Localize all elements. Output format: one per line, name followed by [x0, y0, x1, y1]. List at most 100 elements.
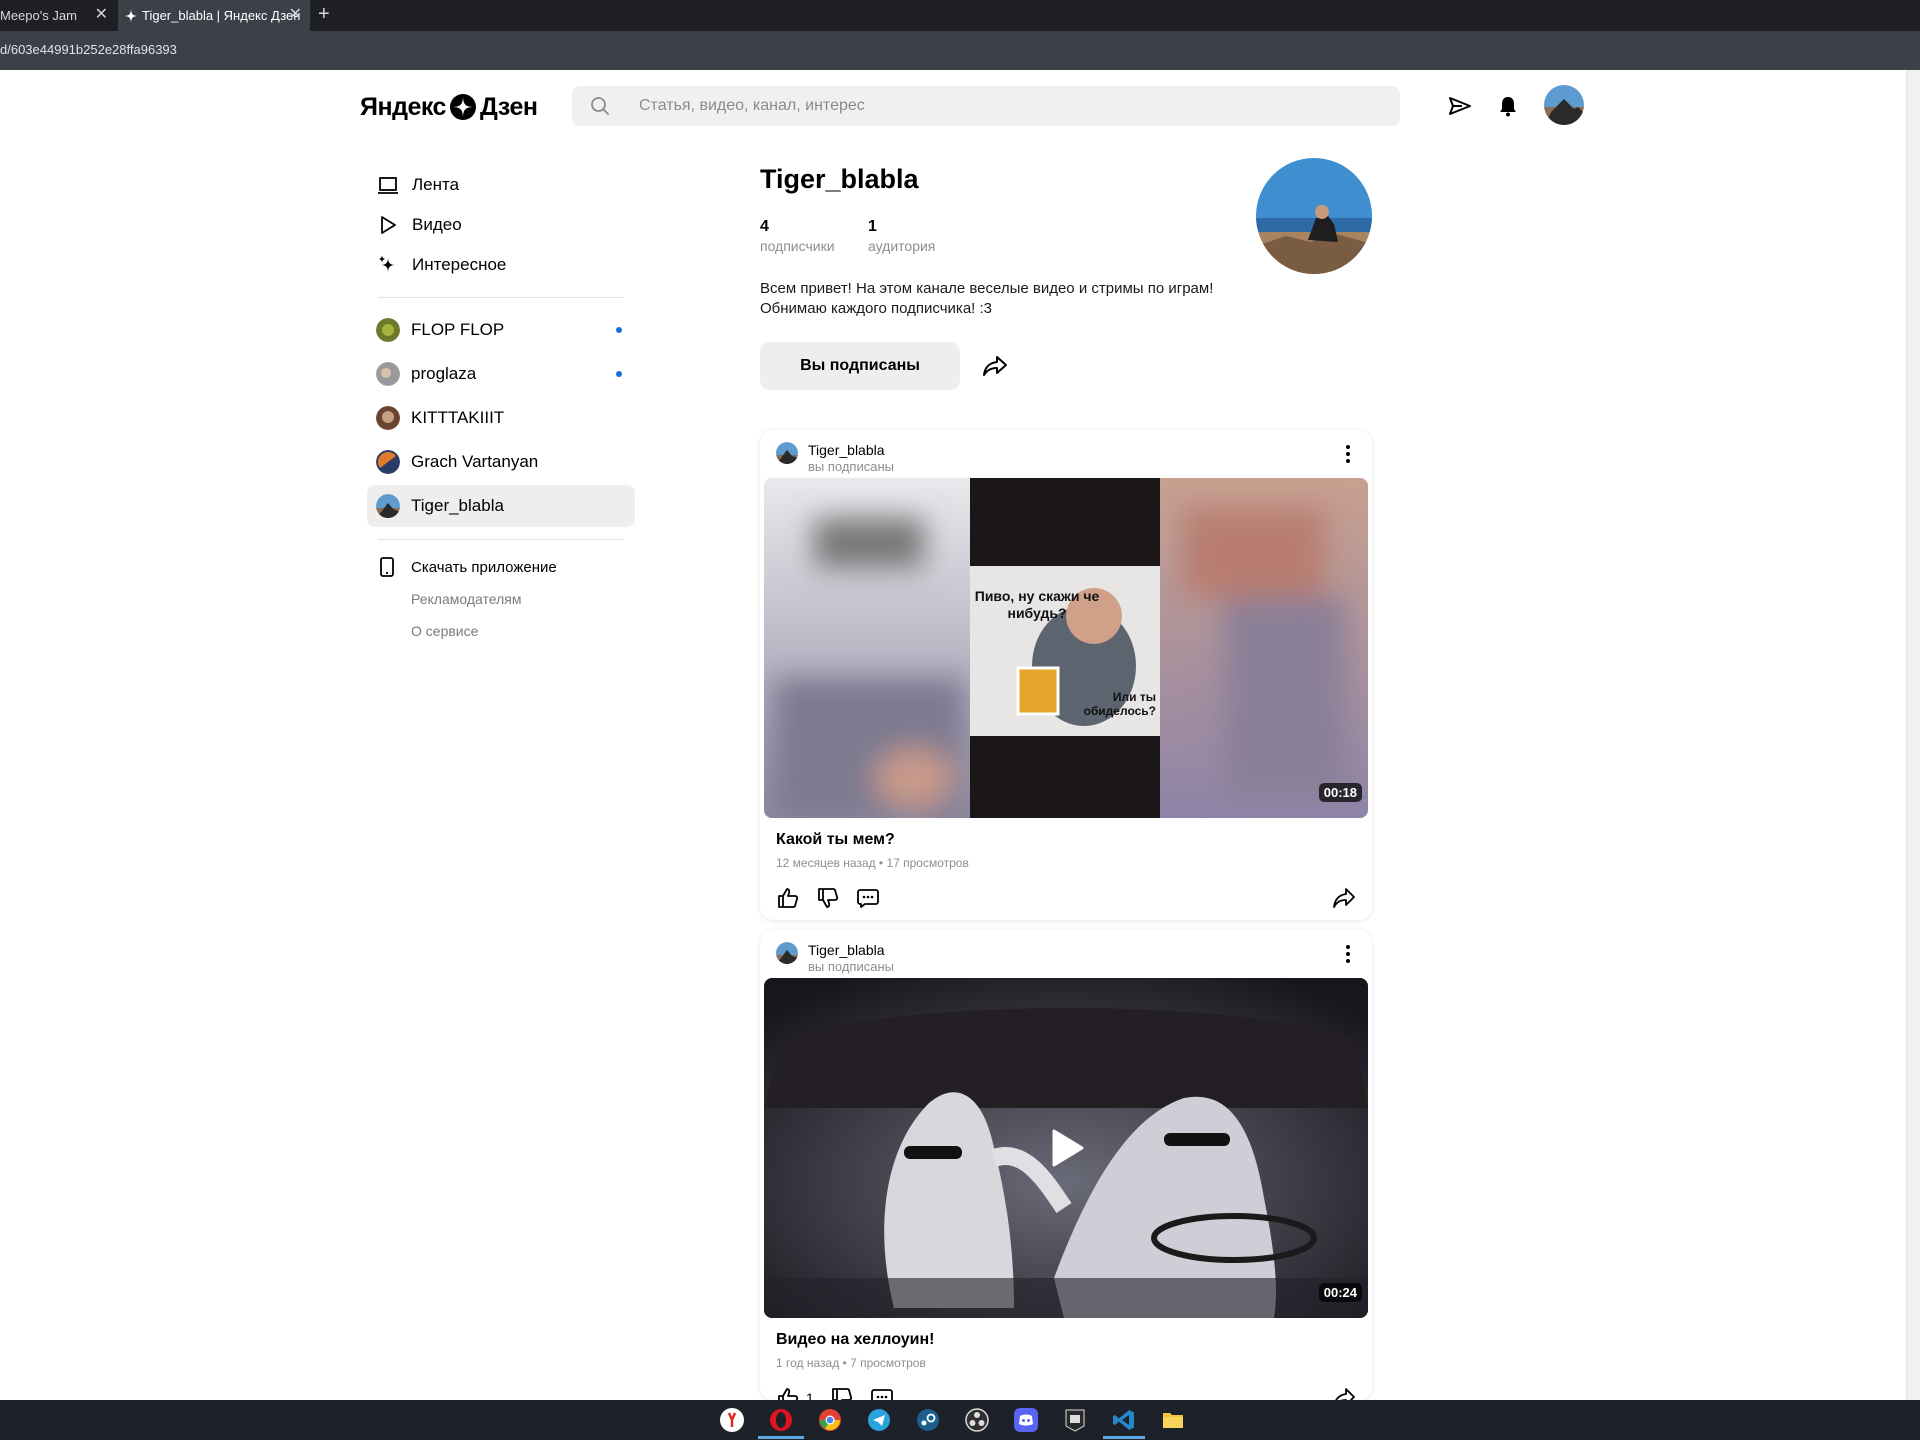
post-actions: 1	[776, 1386, 910, 1400]
meme-caption-bottom: Или ты обиделось?	[1083, 690, 1156, 718]
post-actions	[776, 886, 896, 910]
video-play-icon	[381, 216, 396, 234]
channel-avatar-image	[1256, 158, 1372, 274]
post-author-name[interactable]: Tiger_blabla	[808, 442, 885, 458]
sidebar-item-label: Видео	[412, 215, 462, 234]
download-app-link[interactable]: Скачать приложение	[378, 557, 557, 577]
sidebar-item-label: Grach Vartanyan	[411, 452, 539, 471]
active-app-indicator	[1103, 1436, 1145, 1439]
logo-text-right: Дзен	[479, 92, 538, 121]
about-service-link[interactable]: О сервисе	[411, 623, 478, 639]
opera-icon[interactable]	[769, 1408, 793, 1432]
vscode-icon[interactable]	[1112, 1408, 1136, 1432]
meme-thumbnail-image	[764, 478, 1368, 818]
zen-star-icon	[449, 94, 476, 120]
dislike-icon[interactable]	[816, 886, 840, 910]
zen-favicon-icon	[124, 8, 138, 23]
post-meta: 12 месяцев назад • 17 просмотров	[776, 856, 969, 870]
sidebar-item-flop-flop[interactable]: FLOP FLOP	[367, 309, 635, 351]
active-app-indicator	[758, 1436, 804, 1439]
messages-send-icon[interactable]	[1448, 94, 1472, 118]
epic-games-icon[interactable]	[1063, 1408, 1087, 1432]
sparkle-icon	[379, 256, 395, 272]
meme-caption-top: Пиво, ну скажи че нибудь?	[974, 588, 1100, 621]
more-options-icon[interactable]	[1336, 442, 1360, 466]
post-author-avatar[interactable]	[776, 942, 798, 964]
notifications-bell-icon[interactable]	[1496, 94, 1520, 118]
like-icon[interactable]	[776, 886, 800, 910]
phone-icon	[380, 557, 394, 577]
sidebar-item-kitttakiiit[interactable]: KITTTAKIIIT	[367, 397, 635, 439]
post-card[interactable]: Tiger_blabla вы подписаны Пиво, ну скажи…	[760, 430, 1372, 920]
description-line: Обнимаю каждого подписчика! :3	[760, 300, 993, 317]
post-author-avatar[interactable]	[776, 442, 798, 464]
close-tab-icon[interactable]: ✕	[289, 7, 302, 23]
sidebar-item-tiger-blabla[interactable]: Tiger_blabla	[367, 485, 635, 527]
sidebar-item-label: FLOP FLOP	[411, 320, 505, 339]
channel-description: Всем привет! На этом канале веселые виде…	[760, 279, 1240, 319]
search-icon	[591, 97, 609, 115]
comments-icon[interactable]	[870, 1386, 894, 1400]
user-avatar[interactable]	[1544, 85, 1584, 125]
subscribed-button[interactable]: Вы подписаны	[760, 342, 960, 390]
steam-icon[interactable]	[916, 1408, 940, 1432]
user-avatar-image	[1544, 85, 1584, 125]
dislike-icon[interactable]	[830, 1386, 854, 1400]
advertisers-link[interactable]: Рекламодателям	[411, 591, 521, 607]
comments-icon[interactable]	[856, 886, 880, 910]
discord-icon[interactable]	[1014, 1408, 1038, 1432]
like-count: 1	[806, 1390, 814, 1400]
sidebar-item-label: KITTTAKIIIT	[411, 408, 505, 427]
audience-count: 1	[868, 218, 877, 235]
post-author-name[interactable]: Tiger_blabla	[808, 942, 885, 958]
chrome-icon[interactable]	[818, 1408, 842, 1432]
post-author-status: вы подписаны	[808, 459, 894, 474]
telegram-icon[interactable]	[867, 1408, 891, 1432]
sidebar-item-video[interactable]: Видео	[378, 213, 462, 237]
post-meta: 1 год назад • 7 просмотров	[776, 1356, 926, 1370]
sidebar-item-feed[interactable]: Лента	[378, 173, 459, 197]
video-duration-badge: 00:18	[1318, 783, 1362, 802]
audience-label: аудитория	[868, 238, 936, 254]
close-tab-icon[interactable]: ✕	[95, 7, 108, 23]
share-icon[interactable]	[982, 353, 1008, 379]
search-placeholder: Статья, видео, канал, интерес	[639, 97, 865, 114]
post-title[interactable]: Видео на хеллоуин!	[776, 1331, 934, 1349]
post-share-icon[interactable]	[1332, 886, 1356, 910]
more-options-icon[interactable]	[1336, 942, 1360, 966]
play-icon[interactable]	[1050, 1128, 1086, 1168]
page-scrollbar[interactable]	[1906, 70, 1920, 1400]
channel-avatar-large[interactable]	[1256, 158, 1372, 274]
video-thumbnail[interactable]: Пиво, ну скажи че нибудь? Или ты обидело…	[764, 478, 1368, 818]
browser-tab-active[interactable]: Tiger_blabla | Яндекс Дзен ✕	[118, 0, 310, 31]
browser-tab[interactable]: Meepo's Jam ✕	[0, 0, 116, 31]
sidebar-divider	[378, 297, 624, 298]
search-input[interactable]: Статья, видео, канал, интерес	[572, 86, 1400, 126]
sidebar-item-proglaza[interactable]: proglaza	[367, 353, 635, 395]
channel-avatar	[376, 318, 400, 342]
like-icon[interactable]	[776, 1386, 800, 1400]
description-line: Всем привет! На этом канале веселые виде…	[760, 280, 1214, 297]
browser-tab-bar: Meepo's Jam ✕ Tiger_blabla | Яндекс Дзен…	[0, 0, 1920, 31]
channel-avatar	[376, 362, 400, 386]
download-app-label: Скачать приложение	[411, 558, 557, 576]
post-title[interactable]: Какой ты мем?	[776, 831, 895, 849]
video-duration-badge: 00:24	[1318, 1283, 1362, 1302]
post-card[interactable]: Tiger_blabla вы подписаны 00:24 Видео на…	[760, 930, 1372, 1400]
new-tab-button[interactable]: +	[318, 3, 330, 26]
post-share-icon[interactable]	[1332, 1386, 1356, 1400]
sidebar-item-label: Интересное	[412, 255, 507, 274]
new-content-dot	[616, 371, 622, 377]
sidebar-item-grach-vartanyan[interactable]: Grach Vartanyan	[367, 441, 635, 483]
address-bar[interactable]: d/603e44991b252e28ffa96393	[0, 31, 1920, 70]
url-text: d/603e44991b252e28ffa96393	[0, 42, 177, 57]
yandex-browser-icon[interactable]	[720, 1408, 744, 1432]
subscribers-count: 4	[760, 218, 769, 235]
zen-logo[interactable]: Яндекс Дзен	[360, 92, 538, 122]
sidebar-item-interesting[interactable]: Интересное	[378, 253, 506, 277]
channel-avatar	[376, 450, 400, 474]
video-player[interactable]: 00:24	[764, 978, 1368, 1318]
channel-avatar	[376, 406, 400, 430]
file-explorer-icon[interactable]	[1161, 1408, 1185, 1432]
obs-icon[interactable]	[965, 1408, 989, 1432]
